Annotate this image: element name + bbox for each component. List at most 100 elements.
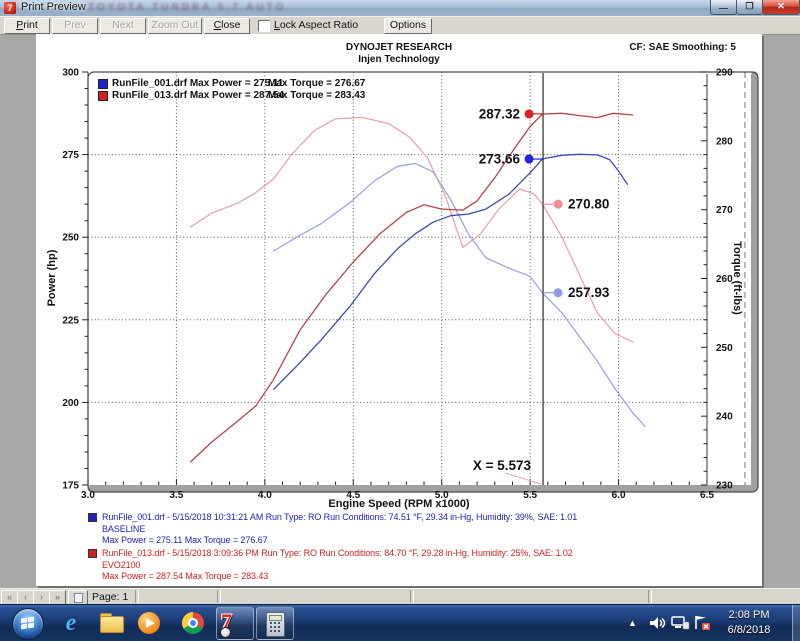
cursor-x-label: X = 5.573	[473, 458, 532, 473]
taskbar-media-player[interactable]	[136, 610, 162, 636]
restore-icon: ❐	[745, 1, 753, 11]
run1-max: Max Power = 275.11 Max Torque = 276.67	[102, 535, 577, 547]
run1-conditions: RunFile_001.drf - 5/15/2018 10:31:21 AM …	[102, 512, 577, 524]
legend-run1-torque: Max Torque = 276.67	[268, 78, 365, 89]
restore-button[interactable]: ❐	[736, 0, 763, 15]
zoom-out-button[interactable]: Zoom Out	[148, 18, 202, 34]
run2-conditions: RunFile_013.drf - 5/15/2018 3:09:36 PM R…	[102, 548, 573, 560]
taskbar-internet-explorer[interactable]: e	[58, 610, 84, 636]
status-divider	[217, 590, 221, 603]
run1-label: BASELINE	[102, 524, 577, 536]
lock-aspect-ratio-checkbox[interactable]	[258, 20, 270, 32]
network-icon[interactable]	[670, 614, 690, 637]
print-preview-toolbar: Print Prev Next Zoom Out Close Lock Aspe…	[0, 16, 800, 35]
page-number-label: Page: 1	[92, 591, 128, 603]
calculator-icon	[266, 612, 285, 637]
legend-run2-text: RunFile_013.drf Max Power = 287.54	[112, 90, 284, 101]
run1-swatch	[88, 513, 97, 522]
windows-taskbar: e 7 ▲ 2:08 PM 6/8/2018	[0, 604, 800, 641]
marker-label: 257.93	[568, 285, 610, 300]
print-button[interactable]: Print	[4, 18, 50, 34]
y-left-tick-label: 250	[62, 233, 79, 244]
start-flag-icon	[21, 624, 27, 630]
tray-date: 6/8/2018	[712, 623, 786, 638]
tray-time: 2:08 PM	[712, 608, 786, 623]
start-flag-icon	[21, 618, 27, 624]
chrome-icon	[190, 620, 196, 626]
start-flag-icon	[28, 617, 34, 623]
prev-button[interactable]: Prev	[52, 18, 98, 34]
internet-explorer-icon: e	[66, 610, 77, 636]
y-left-tick-label: 300	[62, 68, 79, 79]
marker-label: 273.66	[479, 152, 521, 167]
preview-page: 3.03.54.04.55.05.56.06.51752002252502753…	[36, 34, 762, 586]
next-page-button[interactable]: ›	[33, 590, 50, 605]
run2-max: Max Power = 287.54 Max Torque = 283.43	[102, 571, 573, 583]
clock[interactable]: 2:08 PM 6/8/2018	[712, 608, 786, 638]
series-runfile_013-power	[191, 113, 633, 462]
marker-dot	[554, 288, 563, 297]
plot-frame	[88, 72, 758, 492]
x-axis-title: Engine Speed (RPM x1000)	[36, 498, 762, 510]
y-right-tick-label: 240	[716, 412, 733, 423]
status-divider	[135, 590, 139, 603]
taskbar-winpep-active[interactable]: 7	[216, 607, 254, 640]
action-center-flag-icon[interactable]	[692, 614, 712, 637]
legend-run2-torque: Max Torque = 283.43	[268, 90, 365, 101]
run1-annotation: RunFile_001.drf - 5/15/2018 10:31:21 AM …	[102, 512, 577, 547]
run2-swatch	[88, 549, 97, 558]
y-right-tick-label: 280	[716, 136, 733, 147]
tray-hidden-icons-button[interactable]: ▲	[628, 618, 637, 628]
y-right-tick-label: 230	[716, 481, 733, 492]
legend-swatch-red	[98, 91, 108, 101]
app-icon: 7	[4, 2, 16, 14]
status-divider	[410, 590, 414, 603]
right-axis-title: Torque (ft-lbs)	[731, 218, 743, 338]
series-runfile_013-torque	[191, 117, 633, 341]
marker-label: 270.80	[568, 197, 609, 212]
page-icon	[74, 593, 83, 603]
y-left-tick-label: 275	[62, 150, 79, 161]
options-button[interactable]: Options	[384, 18, 432, 34]
y-left-tick-label: 200	[62, 398, 79, 409]
page-setup-button[interactable]	[68, 590, 88, 605]
marker-dot	[525, 109, 534, 118]
taskbar-explorer[interactable]	[98, 610, 124, 636]
y-right-tick-label: 270	[716, 205, 733, 216]
play-icon	[146, 618, 155, 628]
last-page-button[interactable]: »	[49, 590, 66, 605]
status-bar: « ‹ › » Page: 1	[0, 588, 800, 605]
correction-smoothing-note: CF: SAE Smoothing: 5	[629, 42, 736, 53]
marker-dot	[554, 200, 563, 209]
legend-swatch-blue	[98, 79, 108, 89]
cursor-label-pointer	[505, 473, 541, 484]
start-button[interactable]	[12, 608, 44, 640]
volume-icon[interactable]	[648, 614, 666, 637]
show-desktop-button[interactable]	[792, 605, 800, 641]
minimize-button[interactable]: —	[710, 0, 737, 15]
close-preview-button[interactable]: Close	[204, 18, 250, 34]
taskbar-calculator-active[interactable]	[256, 607, 294, 640]
series-runfile_001-power	[274, 154, 628, 389]
y-right-tick-label: 250	[716, 343, 733, 354]
start-flag-icon	[28, 623, 34, 629]
legend-run1-text: RunFile_001.drf Max Power = 275.11	[112, 78, 283, 89]
close-window-button[interactable]: ✕	[762, 0, 800, 15]
soccer-ball-icon	[220, 627, 231, 638]
y-left-tick-label: 175	[62, 481, 79, 492]
next-button[interactable]: Next	[100, 18, 146, 34]
report-subtitle: Injen Technology	[36, 54, 762, 65]
marker-label: 287.32	[479, 106, 520, 121]
taskbar-chrome[interactable]	[180, 610, 206, 636]
left-axis-title: Power (hp)	[46, 218, 58, 338]
close-icon: ✕	[777, 1, 785, 11]
status-divider	[648, 590, 652, 603]
first-page-button[interactable]: «	[1, 590, 18, 605]
marker-dot	[525, 155, 534, 164]
background-window-title: TOYOTA TUNDRA 5.7 AUTO	[88, 2, 508, 14]
run2-annotation: RunFile_013.drf - 5/15/2018 3:09:36 PM R…	[102, 548, 573, 583]
folder-icon	[100, 616, 124, 633]
window-title: Print Preview	[21, 1, 86, 13]
run2-label: EVO2100	[102, 560, 573, 572]
prev-page-button[interactable]: ‹	[17, 590, 34, 605]
